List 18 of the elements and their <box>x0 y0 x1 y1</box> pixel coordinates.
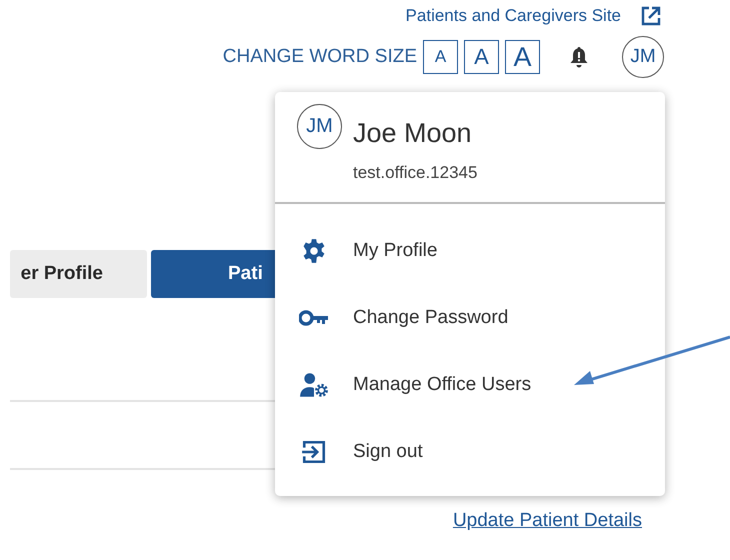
username: test.office.12345 <box>353 163 478 183</box>
user-gear-icon <box>299 372 329 398</box>
menu-item[interactable]: My Profile <box>275 217 665 284</box>
word-size-label: CHANGE WORD SIZE <box>222 46 417 68</box>
menu-item[interactable]: Change Password <box>275 284 665 351</box>
menu-item[interactable]: Sign out <box>275 418 665 485</box>
word-size-button[interactable]: A <box>423 40 458 74</box>
bell-icon[interactable] <box>570 46 588 68</box>
avatar[interactable]: JM <box>622 36 664 78</box>
avatar: JM <box>297 104 342 149</box>
tab[interactable]: er Profile <box>10 250 147 298</box>
word-size-button[interactable]: A <box>464 40 499 74</box>
user-name: Joe Moon <box>353 118 473 149</box>
word-size-button[interactable]: A <box>505 40 540 74</box>
update-patient-link[interactable]: Update Patient Details <box>452 510 642 532</box>
external-link-icon <box>641 6 661 26</box>
site-link[interactable]: Patients and Caregivers Site <box>406 6 621 26</box>
menu-item[interactable]: Manage Office Users <box>275 351 665 418</box>
